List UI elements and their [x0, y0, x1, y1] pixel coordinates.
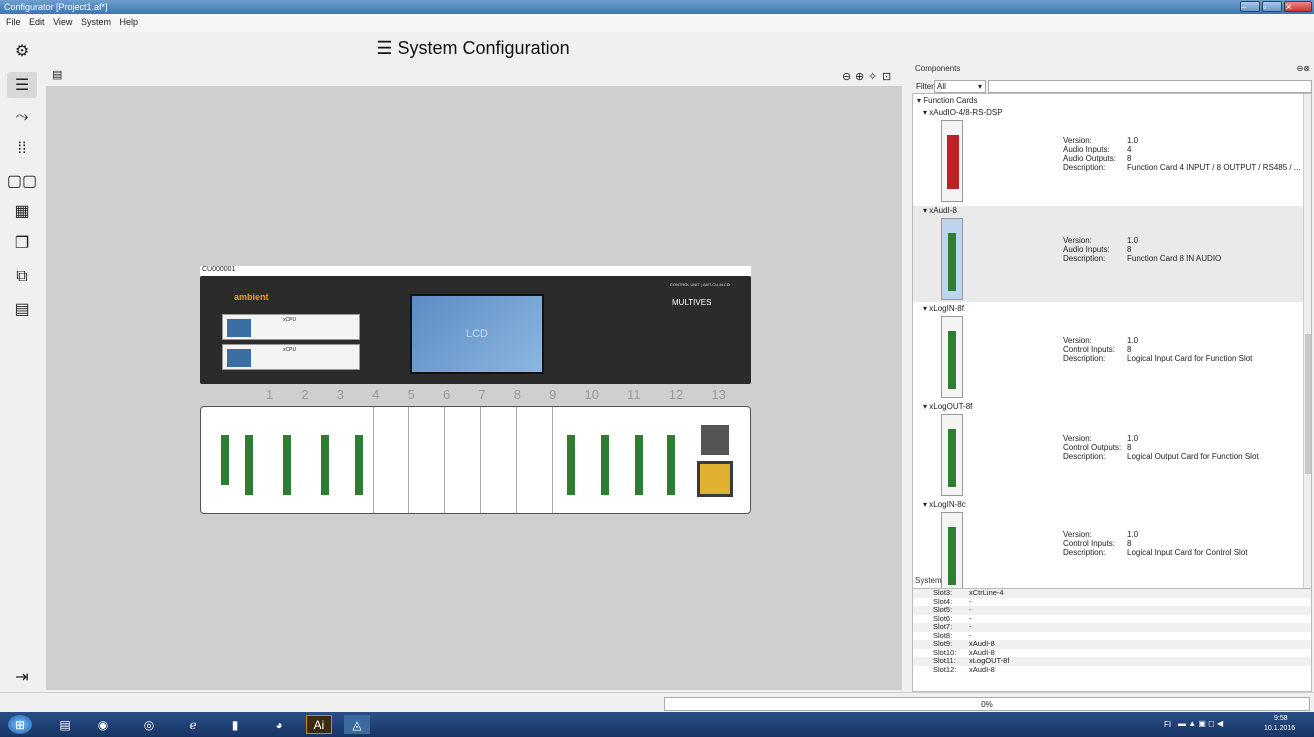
- card-slot[interactable]: [271, 415, 305, 505]
- language-indicator[interactable]: FI: [1164, 720, 1171, 729]
- window-icon[interactable]: ❐: [7, 230, 37, 256]
- zoom-in-icon[interactable]: ⊕: [855, 70, 864, 83]
- network-slot[interactable]: [695, 421, 735, 501]
- card-slot[interactable]: [657, 415, 689, 505]
- table-row[interactable]: Slot5: -: [913, 605, 1311, 615]
- list-item[interactable]: ▾ xLogOUT-8f Version: 1.0 Control Outputs…: [913, 402, 1305, 498]
- rack-icon[interactable]: ☰: [7, 72, 37, 98]
- empty-slot[interactable]: [481, 407, 517, 513]
- matrix-icon[interactable]: ⁞⁞: [7, 136, 37, 162]
- configuration-canvas: CU000001 ambient xCPU xCPU LCD CONTROL U…: [46, 86, 902, 690]
- grid-icon[interactable]: ▦: [7, 198, 37, 224]
- progress-bar: 0%: [664, 697, 1310, 711]
- filter-select[interactable]: All ▾: [934, 80, 986, 93]
- menu-edit[interactable]: Edit: [29, 17, 45, 27]
- card-image: [941, 218, 963, 300]
- control-unit[interactable]: ambient xCPU xCPU LCD CONTROL UNIT | AMT…: [200, 276, 751, 384]
- components-title: Components: [915, 64, 961, 73]
- menu-bar: File Edit View System Help: [0, 14, 1314, 32]
- empty-slot[interactable]: [409, 407, 445, 513]
- ie-icon[interactable]: ℯ: [180, 715, 206, 734]
- file-icon[interactable]: ▮: [222, 715, 248, 734]
- list-item[interactable]: ▾ xAudI-8 Version: 1.0 Audio Inputs: 8 Des…: [913, 206, 1305, 302]
- window-title: Configurator [Project1.af*]: [4, 2, 108, 12]
- clock-date[interactable]: 10.1.2016: [1264, 725, 1295, 732]
- menu-view[interactable]: View: [53, 17, 72, 27]
- table-row[interactable]: Slot3: xCtrLine-4: [913, 589, 1311, 598]
- filter-label: Filter:: [916, 82, 936, 91]
- maximize-button[interactable]: ▫: [1262, 1, 1282, 12]
- card-image: [941, 120, 963, 202]
- slot-rack[interactable]: [200, 406, 751, 514]
- card-image: [941, 316, 963, 398]
- rack-icon: ☰: [376, 38, 398, 58]
- cpu-card[interactable]: xCPU: [222, 314, 360, 340]
- menu-help[interactable]: Help: [119, 17, 138, 27]
- list-item[interactable]: ▾ xAudIO-4/8-RS-DSP Version: 1.0 Audio In…: [913, 108, 1305, 204]
- card-slot[interactable]: [591, 415, 623, 505]
- lcd-screen: LCD: [410, 294, 544, 374]
- empty-slot[interactable]: [373, 407, 409, 513]
- device-header: CONTROL UNIT | AMT-CU-8LCD: [670, 282, 730, 287]
- clock-time[interactable]: 9:58: [1274, 715, 1288, 722]
- exit-icon[interactable]: ⇥: [7, 664, 37, 690]
- tray-icons[interactable]: ▬ ▲ ▣ ◻ ◀: [1178, 719, 1223, 728]
- list-item[interactable]: ▾ xLogIN-8c Version: 1.0 Control Inputs: 8…: [913, 500, 1305, 596]
- minimize-button[interactable]: –: [1240, 1, 1260, 12]
- zoom-out-icon[interactable]: ⊖: [842, 70, 851, 83]
- system-list[interactable]: Slot3: xCtrLine-4 Slot4: - Slot5: - Slot6: -…: [912, 588, 1312, 692]
- page-title: ☰ System Configuration: [376, 38, 570, 58]
- taskbar: ⊞ ▤ ◉ ◎ ℯ ▮ ◕ Ai ◬ FI ▬ ▲ ▣ ◻ ◀ 9:58 10.…: [0, 712, 1314, 737]
- menu-system[interactable]: System: [81, 17, 111, 27]
- panel-buttons[interactable]: ⊖⊗: [1297, 64, 1310, 73]
- table-row[interactable]: Slot4: -: [913, 597, 1311, 607]
- io-icon[interactable]: ▢▢: [7, 168, 37, 194]
- empty-slot[interactable]: [445, 407, 481, 513]
- components-list[interactable]: ▾ Function Cards ▾ xAudIO-4/8-RS-DSP Ver…: [912, 93, 1312, 629]
- cpu-card[interactable]: xCPU: [222, 344, 360, 370]
- card-slot[interactable]: [625, 415, 657, 505]
- explorer-icon[interactable]: ▤: [52, 715, 78, 734]
- search-input[interactable]: [988, 80, 1312, 93]
- chrome-icon[interactable]: ◎: [136, 715, 162, 734]
- brand-logo: ambient: [234, 292, 269, 302]
- left-toolbar: ⚙ ☰ ⤳ ⁞⁞ ▢▢ ▦ ❐ ⧉ ▤ ⇥: [0, 32, 44, 692]
- gear-icon[interactable]: ⚙: [7, 38, 37, 64]
- table-row[interactable]: Slot7: -: [913, 622, 1311, 632]
- canvas-header: ☰ System Configuration ▤ ⊖ ⊕ ✧ ⊡: [44, 32, 902, 88]
- group-header[interactable]: ▾ Function Cards: [917, 96, 978, 105]
- list-item[interactable]: ▾ xLogIN-8f Version: 1.0 Control Inputs: 8…: [913, 304, 1305, 400]
- device-icon[interactable]: ⧉: [7, 264, 37, 290]
- table-row[interactable]: Slot12: xAudI-8: [913, 665, 1311, 675]
- export-icon[interactable]: ⊡: [882, 70, 891, 83]
- fit-icon[interactable]: ✧: [868, 70, 877, 83]
- firefox-icon[interactable]: ◕: [266, 715, 292, 734]
- unit-label: CU000001: [200, 266, 751, 276]
- system-title: System: [915, 576, 942, 585]
- layout-icon[interactable]: ▤: [52, 68, 62, 81]
- slot-numbers: 1 2 3 4 5 6 7 8 9 10 11 12 13: [266, 387, 726, 402]
- start-button[interactable]: ⊞: [8, 715, 32, 734]
- card-slot[interactable]: [309, 415, 343, 505]
- document-icon[interactable]: ▤: [7, 296, 37, 322]
- card-image: [941, 414, 963, 496]
- card-slot[interactable]: [347, 415, 373, 505]
- scrollbar[interactable]: [1303, 94, 1311, 628]
- illustrator-icon[interactable]: Ai: [306, 715, 332, 734]
- right-panel: Components ⊖⊗ Filter: All ▾ ▾ Function Ca…: [912, 62, 1314, 692]
- table-row[interactable]: Slot6: -: [913, 614, 1311, 624]
- card-slot[interactable]: [207, 415, 267, 505]
- vendor-logo: MULTIVES: [672, 298, 712, 307]
- card-slot[interactable]: [557, 415, 589, 505]
- menu-file[interactable]: File: [6, 17, 21, 27]
- configurator-icon[interactable]: ◬: [344, 715, 370, 734]
- close-button[interactable]: ✕: [1284, 1, 1312, 12]
- empty-slot[interactable]: [517, 407, 553, 513]
- route-icon[interactable]: ⤳: [7, 104, 37, 130]
- title-bar: Configurator [Project1.af*] – ▫ ✕: [0, 0, 1314, 14]
- filter-bar: Filter: All ▾: [912, 80, 1312, 94]
- media-icon[interactable]: ◉: [90, 715, 116, 734]
